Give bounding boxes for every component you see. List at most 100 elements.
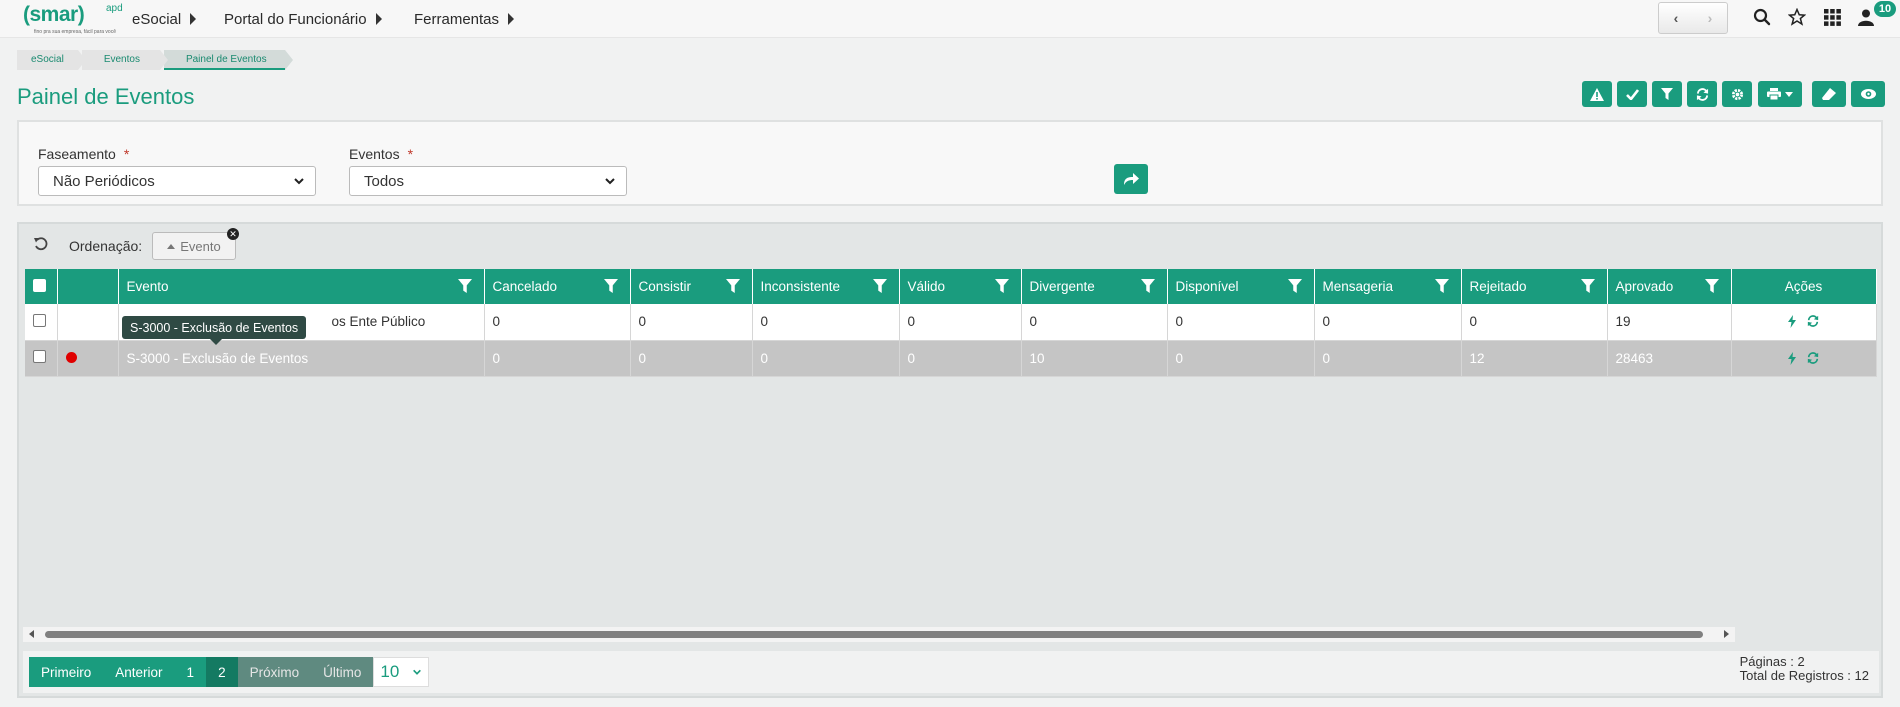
refresh-button[interactable] bbox=[1687, 81, 1717, 107]
scroll-right-icon[interactable] bbox=[1724, 630, 1729, 638]
refresh-icon[interactable] bbox=[1807, 315, 1819, 328]
disponivel-cell: 0 bbox=[1167, 340, 1315, 377]
pagination: Primeiro Anterior 1 2 Próximo Último 10 bbox=[29, 657, 430, 687]
filter-icon[interactable] bbox=[872, 279, 887, 293]
select-all-checkbox[interactable] bbox=[33, 278, 46, 292]
pages-info: Páginas : 2 bbox=[1739, 654, 1805, 669]
print-icon bbox=[1767, 88, 1781, 100]
forward-button[interactable]: › bbox=[1693, 3, 1727, 33]
col-evento-label: Evento bbox=[126, 279, 169, 294]
page-2-button[interactable]: 2 bbox=[206, 657, 238, 687]
filter-icon[interactable] bbox=[1434, 279, 1449, 293]
star-icon[interactable] bbox=[1786, 6, 1808, 28]
required-marker: * bbox=[123, 146, 130, 162]
eventos-label: Eventos * bbox=[349, 146, 413, 162]
print-dropdown-button[interactable] bbox=[1758, 81, 1802, 107]
col-aprovado[interactable]: Aprovado bbox=[1607, 269, 1732, 304]
valido-cell: 0 bbox=[899, 304, 1022, 341]
evento-cell: S-3000 - Exclusão de Eventos bbox=[118, 340, 485, 377]
breadcrumb-painel-eventos[interactable]: Painel de Eventos bbox=[163, 50, 293, 70]
grid-footer: Primeiro Anterior 1 2 Próximo Último 10 … bbox=[23, 651, 1879, 693]
col-mensageria[interactable]: Mensageria bbox=[1314, 269, 1462, 304]
acoes-cell bbox=[1731, 304, 1877, 341]
col-rejeitado-label: Rejeitado bbox=[1469, 279, 1527, 294]
first-page-button[interactable]: Primeiro bbox=[29, 657, 104, 687]
horizontal-scrollbar[interactable] bbox=[23, 627, 1735, 642]
eventos-select[interactable]: Todos bbox=[349, 166, 627, 196]
chevron-down-icon bbox=[294, 178, 304, 185]
col-inconsistente[interactable]: Inconsistente bbox=[752, 269, 900, 304]
faseamento-label: Faseamento * bbox=[38, 146, 129, 162]
rejeitado-cell: 12 bbox=[1461, 340, 1608, 377]
col-disponivel[interactable]: Disponível bbox=[1167, 269, 1315, 304]
lightning-icon[interactable] bbox=[1788, 351, 1796, 365]
filter-icon[interactable] bbox=[1287, 279, 1302, 293]
breadcrumb-esocial[interactable]: eSocial bbox=[17, 50, 86, 70]
rejeitado-cell: 0 bbox=[1461, 304, 1608, 341]
refresh-icon[interactable] bbox=[1807, 351, 1819, 364]
total-records-info: Total de Registros : 12 bbox=[1739, 668, 1869, 683]
prev-page-button[interactable]: Anterior bbox=[103, 657, 175, 687]
lightning-icon[interactable] bbox=[1788, 315, 1796, 329]
col-divergente[interactable]: Divergente bbox=[1021, 269, 1168, 304]
scrollbar-thumb[interactable] bbox=[45, 631, 1703, 638]
ordering-chip-label: Evento bbox=[180, 238, 221, 254]
col-divergente-label: Divergente bbox=[1029, 279, 1095, 294]
filter-button[interactable] bbox=[1652, 81, 1682, 107]
evento-tooltip: S-3000 - Exclusão de Eventos bbox=[122, 316, 307, 345]
undo-icon[interactable] bbox=[33, 236, 49, 255]
col-valido-label: Válido bbox=[907, 279, 946, 294]
status-cell bbox=[57, 304, 119, 341]
table-row[interactable]: S-3000 - Exclusão de Eventos 0 0 0 0 10 … bbox=[25, 340, 1877, 377]
logo-text: (smar) bbox=[23, 3, 85, 26]
cancelado-cell: 0 bbox=[484, 304, 631, 341]
row-select-cell bbox=[25, 340, 58, 377]
caret-right-icon bbox=[190, 13, 197, 25]
back-button[interactable]: ‹ bbox=[1659, 3, 1693, 33]
filter-icon[interactable] bbox=[457, 279, 472, 293]
logo[interactable]: (smar) apd fino pra sua empresa, fácil p… bbox=[23, 3, 123, 35]
chevron-down-icon bbox=[413, 669, 422, 675]
notification-badge[interactable]: 10 bbox=[1874, 1, 1896, 17]
view-button[interactable] bbox=[1851, 81, 1885, 107]
clear-button[interactable] bbox=[1812, 81, 1846, 107]
check-icon bbox=[1625, 88, 1639, 100]
close-icon[interactable]: ✕ bbox=[227, 228, 239, 240]
last-page-button[interactable]: Último bbox=[311, 657, 374, 687]
row-checkbox[interactable] bbox=[33, 313, 46, 327]
settings-button[interactable] bbox=[1722, 81, 1752, 107]
filter-icon[interactable] bbox=[1140, 279, 1155, 293]
scroll-left-icon[interactable] bbox=[29, 630, 34, 638]
valido-cell: 0 bbox=[899, 340, 1022, 377]
nav-portal-funcionario[interactable]: Portal do Funcionário bbox=[224, 9, 382, 29]
eraser-icon bbox=[1822, 88, 1836, 100]
row-checkbox[interactable] bbox=[33, 350, 46, 363]
validate-button[interactable] bbox=[1617, 81, 1647, 107]
page-title: Painel de Eventos bbox=[17, 84, 195, 109]
col-consistir[interactable]: Consistir bbox=[630, 269, 753, 304]
aprovado-cell: 28463 bbox=[1607, 340, 1732, 377]
col-evento[interactable]: Evento bbox=[118, 269, 485, 304]
filter-icon[interactable] bbox=[994, 279, 1009, 293]
nav-ferramentas[interactable]: Ferramentas bbox=[414, 9, 515, 29]
sort-asc-icon bbox=[167, 243, 176, 249]
filter-icon[interactable] bbox=[1704, 279, 1719, 293]
apply-filter-button[interactable] bbox=[1114, 164, 1148, 194]
divergente-cell: 10 bbox=[1021, 340, 1168, 377]
per-page-select[interactable]: 10 bbox=[373, 657, 430, 687]
warning-button[interactable] bbox=[1582, 81, 1612, 107]
page-1-button[interactable]: 1 bbox=[174, 657, 207, 687]
apps-grid-icon[interactable] bbox=[1821, 6, 1843, 28]
next-page-button[interactable]: Próximo bbox=[237, 657, 312, 687]
nav-esocial[interactable]: eSocial bbox=[132, 9, 197, 29]
faseamento-select[interactable]: Não Periódicos bbox=[38, 166, 316, 196]
search-icon[interactable] bbox=[1751, 6, 1773, 28]
filter-icon[interactable] bbox=[725, 279, 740, 293]
col-valido[interactable]: Válido bbox=[899, 269, 1022, 304]
ordering-chip-evento[interactable]: Evento bbox=[152, 232, 236, 260]
breadcrumb-eventos[interactable]: Eventos bbox=[81, 50, 169, 70]
col-rejeitado[interactable]: Rejeitado bbox=[1461, 269, 1608, 304]
filter-icon[interactable] bbox=[1580, 279, 1595, 293]
filter-icon[interactable] bbox=[603, 279, 618, 293]
col-cancelado[interactable]: Cancelado bbox=[484, 269, 631, 304]
